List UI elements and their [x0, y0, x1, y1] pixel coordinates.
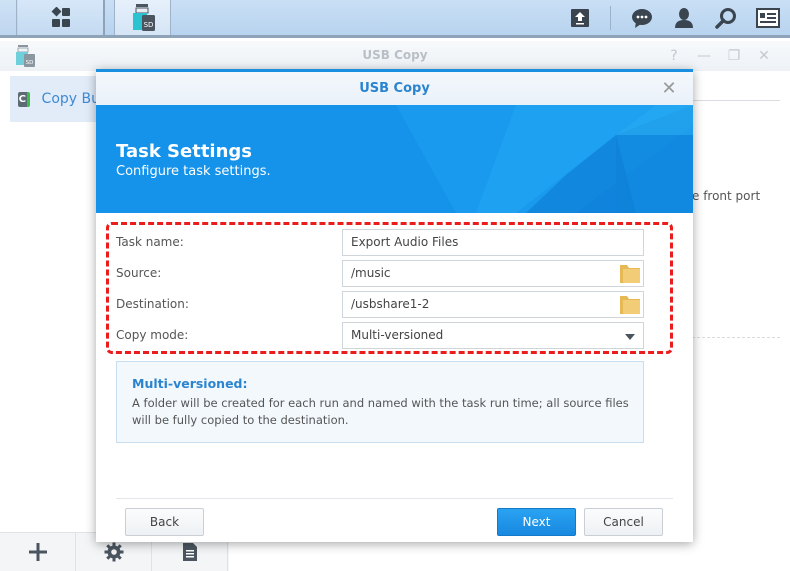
back-button[interactable]: Back — [125, 508, 204, 536]
chevron-down-icon — [625, 334, 635, 340]
main-menu-button[interactable] — [18, 0, 105, 35]
close-icon: ✕ — [758, 48, 770, 64]
help-button[interactable]: ? — [664, 46, 684, 66]
dialog-banner: Task Settings Configure task settings. — [96, 105, 693, 213]
maximize-icon: ❐ — [727, 48, 741, 64]
source-row: Source: /music — [116, 260, 644, 288]
task-name-input[interactable]: Export Audio Files — [342, 229, 644, 256]
close-window-button[interactable]: ✕ — [754, 46, 774, 66]
help-icon: ? — [670, 48, 678, 64]
sidebar-item-label: Copy Bu — [41, 91, 100, 107]
destination-row: Destination: /usbshare1-2 — [116, 291, 644, 319]
task-name-label: Task name: — [116, 235, 184, 249]
close-icon: ✕ — [661, 77, 677, 99]
source-input[interactable]: /music — [342, 260, 644, 287]
svg-text:SD: SD — [143, 21, 153, 29]
notifications-button[interactable] — [624, 0, 660, 35]
minimize-icon: — — [697, 48, 711, 64]
source-label: Source: — [116, 266, 162, 280]
task-settings-dialog: USB Copy ✕ Task Settings Configure task … — [96, 69, 693, 542]
copy-mode-value: Multi-versioned — [351, 328, 444, 342]
minimize-button[interactable]: — — [694, 46, 714, 66]
copy-mode-select[interactable]: Multi-versioned — [342, 322, 644, 349]
user-button[interactable] — [666, 0, 702, 35]
dialog-title: USB Copy — [359, 81, 430, 96]
banner-title: Task Settings — [116, 141, 253, 162]
user-icon — [675, 7, 693, 28]
front-port-text: e front port — [692, 189, 761, 203]
main-menu-icon — [51, 6, 70, 27]
search-icon — [715, 7, 736, 29]
window-header: SD USB Copy ? — ❐ ✕ — [0, 41, 790, 71]
taskbar-edge — [0, 0, 17, 35]
folder-icon[interactable] — [619, 264, 641, 284]
destination-input[interactable]: /usbshare1-2 — [342, 291, 644, 318]
divider — [692, 337, 780, 338]
footer-divider — [116, 498, 673, 499]
copy-mode-row: Copy mode: Multi-versioned — [116, 322, 644, 350]
taskbar: SD — [0, 0, 790, 38]
usb-copy-taskbar-button[interactable]: SD — [114, 0, 171, 35]
chat-icon — [632, 8, 652, 28]
widget-icon — [756, 7, 780, 28]
sidebar-item-copy-button[interactable]: C Copy Bu — [10, 76, 100, 122]
add-icon — [28, 543, 47, 561]
add-button[interactable] — [0, 533, 76, 571]
source-value: /music — [351, 266, 391, 280]
copy-mode-info-box: Multi-versioned: A folder will be create… — [116, 361, 644, 443]
gear-icon — [104, 542, 123, 562]
cancel-button[interactable]: Cancel — [584, 508, 663, 536]
folder-icon[interactable] — [619, 295, 641, 315]
upload-button[interactable] — [562, 0, 598, 35]
log-icon — [182, 543, 197, 561]
divider — [692, 100, 780, 101]
upload-icon — [571, 8, 589, 27]
info-text: A folder will be created for each run an… — [132, 396, 629, 427]
destination-value: /usbshare1-2 — [351, 297, 430, 311]
widgets-button[interactable] — [750, 0, 786, 35]
copy-mode-label: Copy mode: — [116, 328, 189, 342]
maximize-button[interactable]: ❐ — [724, 46, 744, 66]
usb-sd-icon: SD — [132, 3, 155, 31]
copy-button-icon: C — [18, 91, 30, 107]
dialog-close-button[interactable]: ✕ — [659, 77, 679, 99]
taskbar-separator — [610, 6, 611, 30]
info-title: Multi-versioned: — [132, 376, 248, 391]
search-button[interactable] — [708, 0, 744, 35]
destination-label: Destination: — [116, 297, 189, 311]
dialog-header: USB Copy ✕ — [96, 72, 693, 105]
task-name-row: Task name: Export Audio Files — [116, 229, 644, 257]
banner-subtitle: Configure task settings. — [116, 164, 271, 179]
next-button[interactable]: Next — [497, 508, 576, 536]
